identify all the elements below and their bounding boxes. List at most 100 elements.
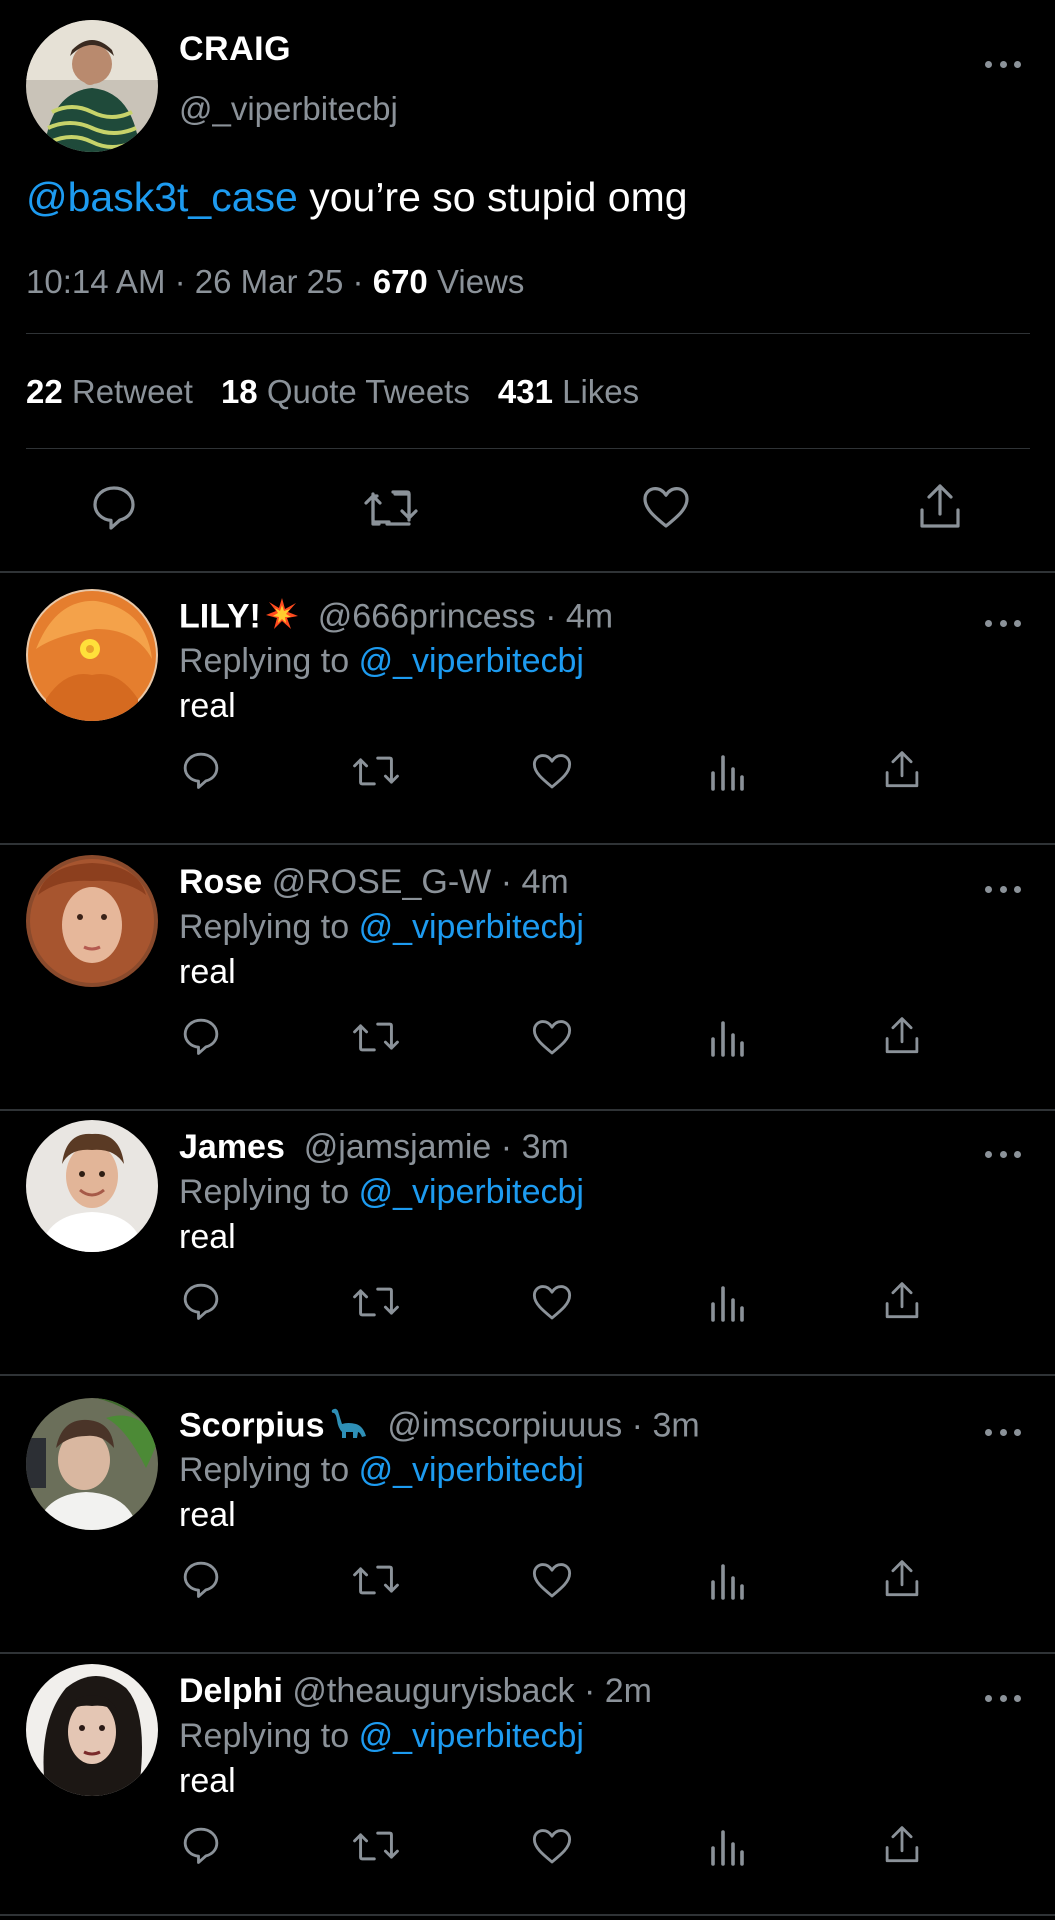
like-icon[interactable]: [531, 1560, 573, 1600]
more-options-icon[interactable]: [985, 881, 1021, 897]
separator: [0, 1374, 1055, 1376]
author-handle[interactable]: @_viperbitecbj: [179, 90, 398, 128]
reply-time: 2m: [604, 1672, 652, 1710]
replying-to-line: Replying to @_viperbitecbj: [179, 1451, 584, 1490]
replying-to-link[interactable]: @_viperbitecbj: [359, 1451, 584, 1489]
reply-header: LILY! @666princess · 4m: [179, 597, 613, 640]
share-icon[interactable]: [883, 1824, 921, 1866]
more-options-icon[interactable]: [985, 56, 1021, 72]
mention-link[interactable]: @bask3t_case: [26, 174, 298, 220]
reply-handle[interactable]: @666princess: [318, 597, 536, 635]
reply-action-bar: [0, 1558, 1055, 1602]
more-options-icon[interactable]: [985, 615, 1021, 631]
reply-icon[interactable]: [181, 1015, 221, 1057]
reply-name[interactable]: Scorpius: [179, 1406, 324, 1444]
like-icon[interactable]: [641, 484, 691, 530]
reply-header: Delphi @theauguryisback · 2m: [179, 1672, 652, 1711]
replying-to-link[interactable]: @_viperbitecbj: [359, 642, 584, 680]
more-options-icon[interactable]: [985, 1424, 1021, 1440]
reply-name[interactable]: Delphi: [179, 1672, 283, 1710]
reply-action-bar: [0, 749, 1055, 793]
reply-item[interactable]: LILY! @666princess · 4m Replying to @_vi…: [0, 573, 1055, 838]
replying-to-link[interactable]: @_viperbitecbj: [359, 1173, 584, 1211]
tweet-detail-page: CRAIG @_viperbitecbj @bask3t_case you’re…: [0, 0, 1055, 1920]
replying-label: Replying to: [179, 1717, 350, 1755]
share-icon[interactable]: [883, 749, 921, 791]
reply-item[interactable]: James @jamsjamie · 3m Replying to @_vipe…: [0, 1104, 1055, 1369]
more-options-icon[interactable]: [985, 1146, 1021, 1162]
views-icon[interactable]: [709, 751, 745, 791]
replying-label: Replying to: [179, 1173, 350, 1211]
reply-action-bar: [0, 1280, 1055, 1324]
author-avatar[interactable]: [26, 20, 158, 152]
reply-avatar[interactable]: [26, 1120, 158, 1252]
divider: [26, 448, 1030, 449]
reply-avatar[interactable]: [26, 855, 158, 987]
more-options-icon[interactable]: [985, 1690, 1021, 1706]
reply-icon[interactable]: [181, 749, 221, 791]
reply-avatar[interactable]: [26, 1664, 158, 1796]
reply-item[interactable]: Delphi @theauguryisback · 2m Replying to…: [0, 1648, 1055, 1913]
reply-handle[interactable]: @jamsjamie: [304, 1128, 492, 1166]
reply-name[interactable]: James: [179, 1128, 285, 1166]
meta-separator: ·: [352, 263, 364, 300]
likes-stat[interactable]: 431 Likes: [498, 373, 639, 410]
retweets-count: 22: [26, 373, 63, 410]
replying-to-line: Replying to @_viperbitecbj: [179, 908, 584, 947]
reply-text: real: [179, 1218, 236, 1256]
retweet-icon[interactable]: [352, 1017, 400, 1057]
meta-separator: ·: [174, 263, 186, 300]
reply-item[interactable]: Rose @ROSE_G-W · 4m Replying to @_viperb…: [0, 839, 1055, 1104]
reply-icon[interactable]: [181, 1558, 221, 1600]
reply-icon[interactable]: [181, 1280, 221, 1322]
reply-time: 3m: [521, 1128, 569, 1166]
replying-label: Replying to: [179, 908, 350, 946]
reply-separator: ·: [631, 1406, 643, 1445]
reply-text: real: [179, 953, 236, 991]
replying-to-line: Replying to @_viperbitecbj: [179, 1717, 584, 1756]
collision-emoji: [265, 597, 299, 640]
replying-label: Replying to: [179, 642, 350, 680]
replying-to-line: Replying to @_viperbitecbj: [179, 642, 584, 681]
quotes-stat[interactable]: 18 Quote Tweets: [221, 373, 470, 410]
reply-avatar[interactable]: [26, 1398, 158, 1530]
retweet-icon[interactable]: [352, 751, 400, 791]
replying-to-link[interactable]: @_viperbitecbj: [359, 1717, 584, 1755]
reply-avatar[interactable]: [26, 589, 158, 721]
share-icon[interactable]: [883, 1558, 921, 1600]
quotes-count: 18: [220, 373, 258, 410]
retweets-stat[interactable]: 22 Retweet: [26, 373, 193, 410]
retweet-icon[interactable]: [352, 1560, 400, 1600]
share-icon[interactable]: [883, 1280, 921, 1322]
reply-handle[interactable]: @ROSE_G-W: [272, 863, 492, 901]
reply-text: real: [179, 687, 236, 725]
replying-to-link[interactable]: @_viperbitecbj: [359, 908, 584, 946]
retweets-label: Retweet: [71, 373, 193, 410]
reply-name[interactable]: LILY!: [179, 597, 261, 635]
reply-icon[interactable]: [181, 1824, 221, 1866]
reply-header: Scorpius @imscorpiuuus · 3m: [179, 1406, 700, 1449]
reply-icon[interactable]: [90, 482, 138, 532]
like-icon[interactable]: [531, 751, 573, 791]
reply-name[interactable]: Rose: [179, 863, 262, 901]
like-icon[interactable]: [531, 1826, 573, 1866]
views-icon[interactable]: [709, 1017, 745, 1057]
views-label: Views: [436, 263, 525, 300]
author-name[interactable]: CRAIG: [179, 30, 291, 69]
retweet-icon[interactable]: [363, 484, 419, 530]
retweet-icon[interactable]: [352, 1282, 400, 1322]
views-icon[interactable]: [709, 1826, 745, 1866]
views-count: 670: [372, 263, 428, 300]
reply-handle[interactable]: @theauguryisback: [292, 1672, 574, 1710]
views-icon[interactable]: [709, 1282, 745, 1322]
retweet-icon[interactable]: [352, 1826, 400, 1866]
reply-item[interactable]: Scorpius @imscorpiuuus · 3m Replying to …: [0, 1382, 1055, 1647]
share-icon[interactable]: [883, 1015, 921, 1057]
views-icon[interactable]: [709, 1560, 745, 1600]
tweet-stats: 22 Retweet 18 Quote Tweets 431 Likes: [26, 373, 639, 411]
tweet-text: @bask3t_case you’re so stupid omg: [26, 174, 688, 221]
like-icon[interactable]: [531, 1017, 573, 1057]
reply-handle[interactable]: @imscorpiuuus: [387, 1406, 622, 1444]
like-icon[interactable]: [531, 1282, 573, 1322]
share-icon[interactable]: [917, 482, 963, 532]
